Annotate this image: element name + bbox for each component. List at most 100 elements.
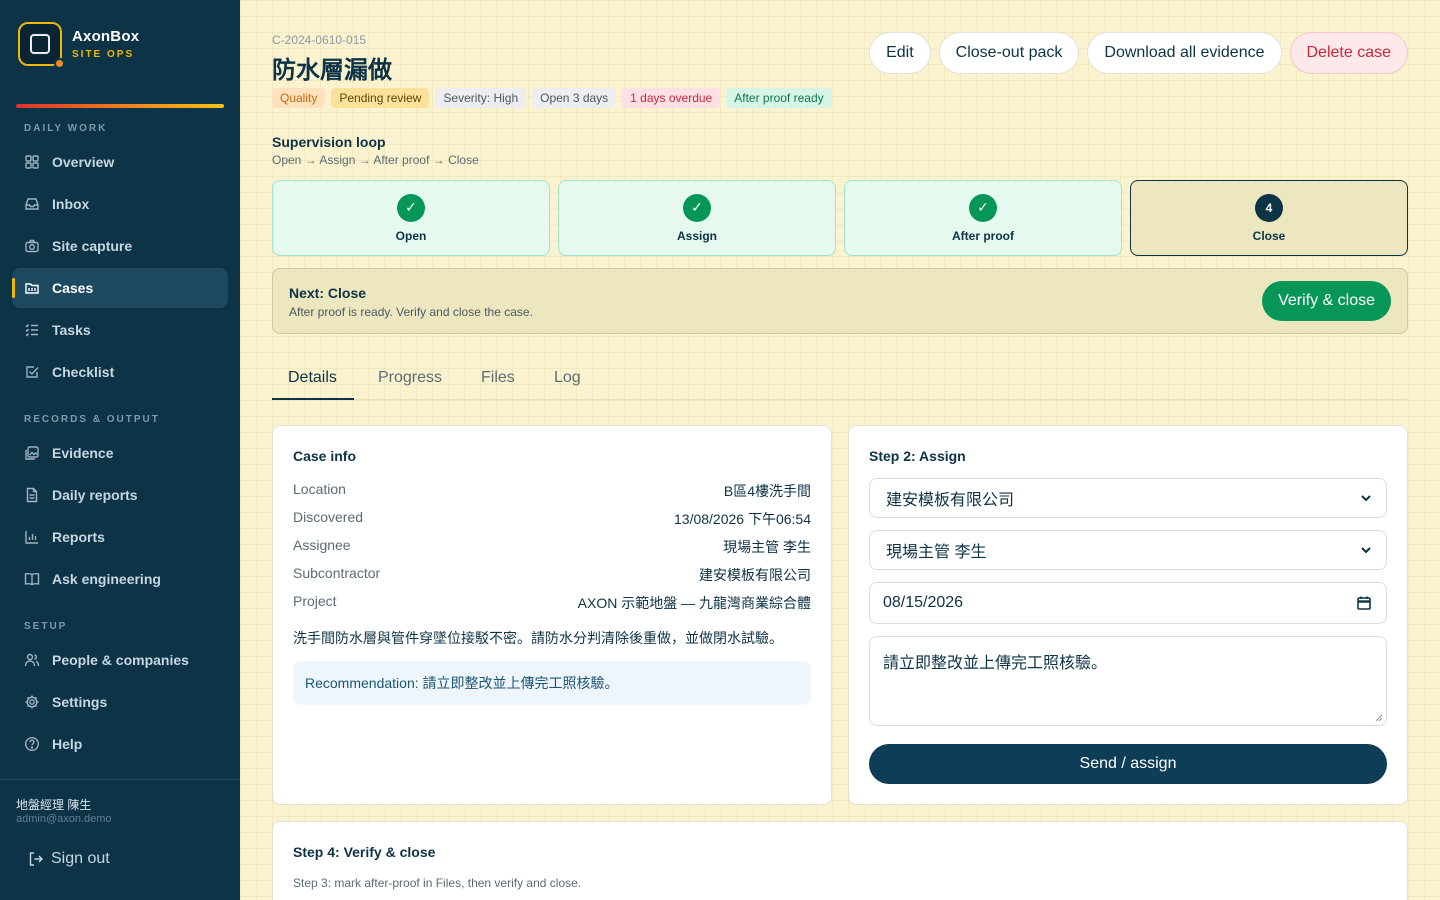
sidebar-item-reports[interactable]: Reports (12, 517, 228, 557)
note-textarea[interactable]: 請立即整改並上傳完工照核驗。 (869, 636, 1387, 726)
sidebar-divider (0, 779, 240, 780)
info-key: Subcontractor (293, 565, 381, 581)
step-open[interactable]: ✓ Open (272, 180, 550, 256)
info-value: AXON 示範地盤 — 九龍灣商業綜合體 (577, 595, 811, 611)
sidebar-item-checklist[interactable]: Checklist (12, 352, 228, 392)
tab-progress[interactable]: Progress (378, 358, 442, 400)
gear-icon (25, 695, 39, 709)
info-key: Discovered (293, 509, 364, 525)
sidebar-item-label: Help (52, 736, 83, 752)
chevron-down-icon (1361, 547, 1371, 554)
verify-close-title: Step 4: Verify & close (293, 844, 436, 860)
page-title: 防水層漏做 (272, 57, 392, 84)
case-info-title: Case info (293, 448, 357, 464)
grid-icon (25, 155, 39, 169)
brand[interactable]: AxonBox SITE OPS (18, 22, 139, 69)
info-value: B區4樓洗手間 (723, 483, 811, 499)
user-name: 地盤經理 陳生 (16, 798, 92, 812)
next-action-title: Next: Close (289, 285, 367, 301)
edit-button[interactable]: Edit (869, 32, 931, 74)
case-info-card: Case info Location B區4樓洗手間 Discovered 13… (272, 425, 832, 805)
badge-pending-review: Pending review (331, 88, 430, 108)
sidebar-item-overview[interactable]: Overview (12, 142, 228, 182)
info-row-assignee: Assignee 現場主管 李生 (293, 537, 811, 557)
verify-close-button[interactable]: Verify & close (1262, 281, 1391, 321)
step-label: Assign (676, 228, 717, 243)
sign-out-button[interactable]: Sign out (28, 850, 110, 868)
sidebar-item-label: Checklist (52, 364, 115, 380)
sidebar-item-tasks[interactable]: Tasks (12, 310, 228, 350)
delete-case-button[interactable]: Delete case (1289, 32, 1408, 74)
tab-details[interactable]: Details (272, 358, 354, 400)
sidebar-item-site-capture[interactable]: Site capture (12, 226, 228, 266)
check-icon: ✓ (969, 193, 997, 222)
assign-title: Step 2: Assign (869, 448, 966, 464)
user-email: admin@axon.demo (16, 813, 112, 825)
book-icon (24, 572, 40, 586)
step-label: After proof (952, 228, 1014, 243)
sidebar-item-settings[interactable]: Settings (12, 682, 228, 722)
sidebar-item-label: Settings (52, 694, 108, 710)
tab-files[interactable]: Files (481, 358, 515, 400)
supervision-loop-subtitle: Open → Assign → After proof → Close (272, 153, 479, 167)
info-row-discovered: Discovered 13/08/2026 下午06:54 (293, 509, 811, 529)
sidebar-item-label: Overview (52, 154, 115, 170)
assign-card: Step 2: Assign 建安模板有限公司 現場主管 李生 08/15/20… (848, 425, 1408, 805)
note-textarea-value: 請立即整改並上傳完工照核驗。 (883, 655, 1108, 672)
folder-icon (25, 283, 39, 294)
sidebar-item-people-companies[interactable]: People & companies (12, 640, 228, 680)
info-value: 建安模板有限公司 (699, 567, 811, 583)
assignee-select-value: 現場主管 李生 (886, 544, 987, 561)
badge-open-days: Open 3 days (532, 88, 617, 108)
case-id: C-2024-0610-015 (272, 33, 367, 47)
due-date-input[interactable]: 08/15/2026 (869, 582, 1387, 624)
main-content: C-2024-0610-015 防水層漏做 Edit Close-out pac… (240, 0, 1440, 900)
tab-log[interactable]: Log (554, 358, 581, 400)
sidebar-item-label: Inbox (52, 196, 90, 212)
header-actions: Edit Close-out pack Download all evidenc… (869, 32, 1408, 74)
calendar-icon (1357, 596, 1371, 610)
image-icon (25, 446, 39, 460)
case-tabs: Details Progress Files Log (272, 358, 1408, 400)
step-assign[interactable]: ✓ Assign (558, 180, 836, 256)
step-label: Open (395, 228, 427, 243)
info-row-project: Project AXON 示範地盤 — 九龍灣商業綜合體 (293, 593, 811, 613)
sidebar-item-daily-reports[interactable]: Daily reports (12, 475, 228, 515)
info-row-location: Location B區4樓洗手間 (293, 481, 811, 501)
step-label: Close (1252, 228, 1286, 243)
task-list-icon (25, 324, 38, 337)
assignee-select[interactable]: 現場主管 李生 (869, 530, 1387, 570)
sidebar-item-label: Ask engineering (52, 571, 161, 587)
close-out-pack-button[interactable]: Close-out pack (938, 32, 1080, 74)
verify-close-card: Step 4: Verify & close Step 3: mark afte… (272, 821, 1408, 900)
help-icon (24, 736, 40, 752)
inbox-icon (25, 198, 39, 210)
sidebar-item-inbox[interactable]: Inbox (12, 184, 228, 224)
sidebar-item-label: People & companies (52, 652, 189, 668)
sidebar-item-ask-engineering[interactable]: Ask engineering (12, 559, 228, 599)
sidebar-item-evidence[interactable]: Evidence (12, 433, 228, 473)
sign-out-icon (29, 852, 43, 866)
send-assign-button[interactable]: Send / assign (869, 744, 1387, 784)
badge-after-proof-ready: After proof ready (726, 88, 832, 108)
check-icon: ✓ (397, 193, 425, 222)
info-key: Location (293, 481, 346, 497)
download-evidence-button[interactable]: Download all evidence (1087, 32, 1282, 74)
step-close[interactable]: 4 Close (1130, 180, 1408, 256)
sidebar-item-help[interactable]: Help (12, 724, 228, 764)
sidebar-item-label: Cases (52, 280, 94, 296)
sidebar-item-cases[interactable]: Cases (12, 268, 228, 308)
supervision-steps: ✓ Open ✓ Assign ✓ After proof 4 Close (272, 180, 1408, 256)
sidebar-item-label: Tasks (52, 322, 91, 338)
info-row-subcontractor: Subcontractor 建安模板有限公司 (293, 565, 811, 585)
resize-handle-icon[interactable] (1375, 714, 1383, 722)
sidebar-item-label: Daily reports (52, 487, 138, 503)
company-select[interactable]: 建安模板有限公司 (869, 478, 1387, 518)
nav-section-daily: DAILY WORK (24, 123, 108, 134)
next-action-description: After proof is ready. Verify and close t… (289, 305, 533, 319)
camera-icon (25, 239, 39, 253)
check-icon: ✓ (683, 193, 711, 222)
bar-chart-icon (25, 531, 38, 544)
step-after-proof[interactable]: ✓ After proof (844, 180, 1122, 256)
brand-gradient-bar (16, 104, 224, 108)
